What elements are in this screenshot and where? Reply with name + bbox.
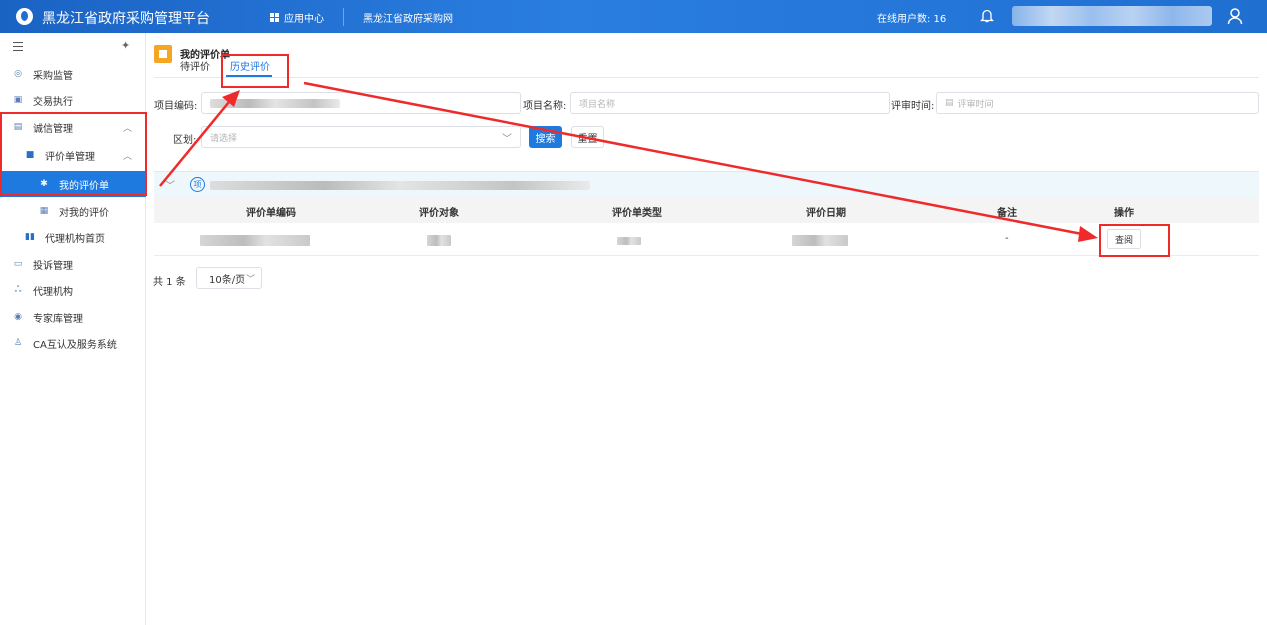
top-header: 黑龙江省政府采购管理平台 应用中心 黑龙江省政府采购网 在线用户数: 16	[0, 0, 1267, 33]
sidebar-item-procurement-supervision[interactable]: ◎ 采购监管	[0, 61, 146, 87]
cell-date-blurred	[792, 235, 848, 246]
sidebar-item-label: 投诉管理	[33, 260, 73, 272]
sidebar-item-evaluations-of-me[interactable]: ▦ 对我的评价	[0, 198, 146, 224]
cell-target-blurred	[427, 235, 451, 246]
review-time-label: 评审时间:	[891, 101, 935, 112]
cell-code-blurred	[200, 235, 310, 246]
sidebar-item-label: 对我的评价	[59, 207, 109, 219]
project-name-blurred	[210, 181, 590, 190]
column-header: 操作	[1114, 208, 1134, 219]
search-button[interactable]: 搜索	[529, 126, 562, 148]
pagination-total: 共 1 条	[153, 277, 186, 288]
complaint-icon: ▭	[13, 259, 23, 269]
reset-button[interactable]: 重置	[571, 126, 604, 148]
page-icon	[154, 45, 172, 63]
sidebar-item-agencies[interactable]: ஃ 代理机构	[0, 277, 146, 303]
cell-remark: -	[1005, 233, 1009, 244]
project-code-label: 项目编码:	[154, 101, 198, 112]
chevron-down-icon[interactable]: ﹀	[165, 177, 175, 192]
app-center-link[interactable]: 应用中心	[270, 10, 324, 25]
expert-icon: ◉	[14, 312, 22, 322]
sidebar-item-label: 代理机构	[33, 286, 73, 298]
grid-icon	[270, 13, 279, 22]
chevron-down-icon: ﹀	[245, 275, 255, 285]
column-header: 评价对象	[419, 208, 459, 219]
project-group-row[interactable]: ﹀ 项	[154, 171, 1259, 197]
bell-icon[interactable]	[980, 8, 994, 23]
sidebar-item-complaint-management[interactable]: ▭ 投诉管理	[0, 251, 146, 277]
project-name-input[interactable]: 项目名称	[570, 92, 890, 114]
table-header: 评价单编码 评价对象 评价单类型 评价日期 备注 操作	[154, 197, 1259, 223]
user-info-blurred	[1012, 6, 1212, 26]
people-icon: ஃ	[14, 284, 22, 295]
review-time-placeholder: 评审时间	[957, 99, 994, 110]
menu-icon[interactable]	[13, 42, 23, 51]
sidebar-item-label: CA互认及服务系统	[33, 339, 117, 351]
chevron-down-icon: ﹀	[502, 134, 512, 145]
main-content: 我的评价单 待评价 历史评价 项目编码: 项目名称: 项目名称 评审时间: ▤ …	[146, 33, 1267, 625]
annotation-box-sidebar	[0, 112, 147, 196]
tab-pending[interactable]: 待评价	[180, 58, 210, 73]
project-name-placeholder: 项目名称	[579, 99, 616, 110]
column-header: 评价单编码	[246, 208, 296, 219]
sidebar-item-label: 代理机构首页	[45, 233, 105, 245]
app-center-label: 应用中心	[284, 14, 324, 25]
review-time-input[interactable]: ▤ 评审时间	[936, 92, 1259, 114]
online-users-count: 在线用户数: 16	[877, 14, 947, 25]
tabs-divider	[154, 77, 1259, 78]
column-header: 备注	[997, 208, 1017, 219]
group-badge: 项	[190, 177, 205, 192]
clipboard-icon: ▣	[13, 95, 23, 105]
sidebar-item-expert-database[interactable]: ◉ 专家库管理	[0, 304, 146, 330]
project-code-input[interactable]	[201, 92, 521, 114]
annotation-box-view-button	[1099, 224, 1170, 257]
project-code-value-blurred	[210, 98, 340, 108]
annotation-box-history-tab	[221, 54, 289, 88]
project-name-label: 项目名称:	[523, 101, 567, 112]
procurement-site-link[interactable]: 黑龙江省政府采购网	[363, 10, 453, 25]
document-icon: ▦	[39, 206, 49, 216]
book-icon: ▮▮	[25, 232, 35, 242]
region-placeholder: 请选择	[210, 133, 238, 144]
column-header: 评价单类型	[612, 208, 662, 219]
calendar-icon: ▤	[945, 98, 954, 108]
column-header: 评价日期	[806, 208, 846, 219]
user-icon[interactable]	[1227, 7, 1243, 25]
sidebar-item-label: 专家库管理	[33, 313, 83, 325]
sidebar-item-ca-system[interactable]: ♙ CA互认及服务系统	[0, 330, 146, 356]
platform-title: 黑龙江省政府采购管理平台	[42, 11, 210, 27]
platform-logo	[16, 8, 33, 25]
sidebar-toolbar: ✦	[0, 33, 145, 61]
page-size-select[interactable]: 10条/页 ﹀	[196, 267, 262, 289]
region-select[interactable]: 请选择 ﹀	[201, 126, 521, 148]
region-label: 区划:	[173, 135, 197, 146]
page-size-value: 10条/页	[209, 274, 246, 286]
pin-icon[interactable]: ✦	[121, 39, 130, 52]
table-row: - 查阅	[154, 223, 1259, 256]
cell-type-blurred	[617, 237, 641, 245]
shield-icon: ◎	[14, 69, 22, 79]
sidebar-item-transaction-execution[interactable]: ▣ 交易执行	[0, 87, 146, 113]
sidebar-item-label: 采购监管	[33, 70, 73, 82]
ca-icon: ♙	[13, 338, 23, 348]
nav-divider	[343, 8, 344, 26]
sidebar-item-label: 交易执行	[33, 96, 73, 108]
sidebar-item-agency-home[interactable]: ▮▮ 代理机构首页	[0, 224, 146, 250]
